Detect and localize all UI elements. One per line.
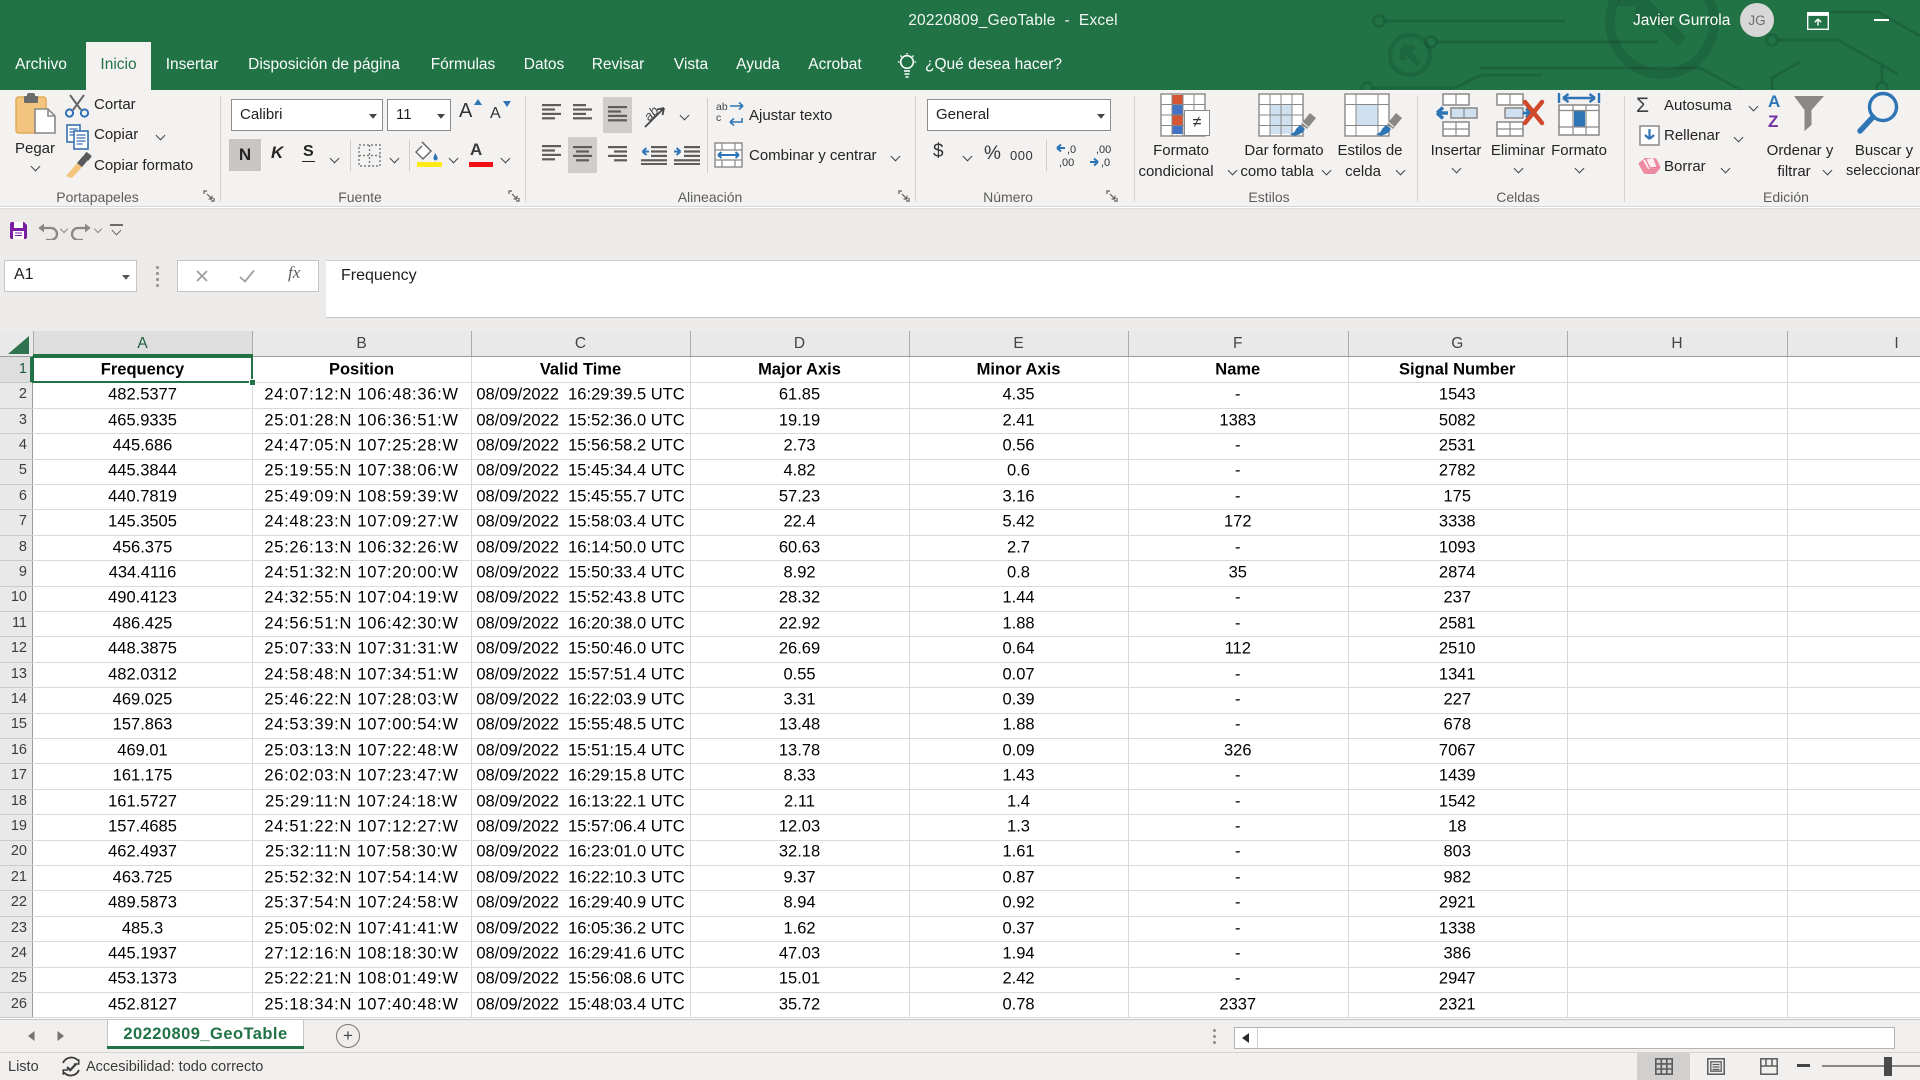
- svg-text:,00: ,00: [1096, 144, 1111, 156]
- svg-text:ab: ab: [642, 103, 662, 124]
- svg-text:,0: ,0: [1067, 144, 1076, 156]
- svg-text:,00: ,00: [1059, 157, 1074, 169]
- svg-text:,0: ,0: [1101, 157, 1110, 169]
